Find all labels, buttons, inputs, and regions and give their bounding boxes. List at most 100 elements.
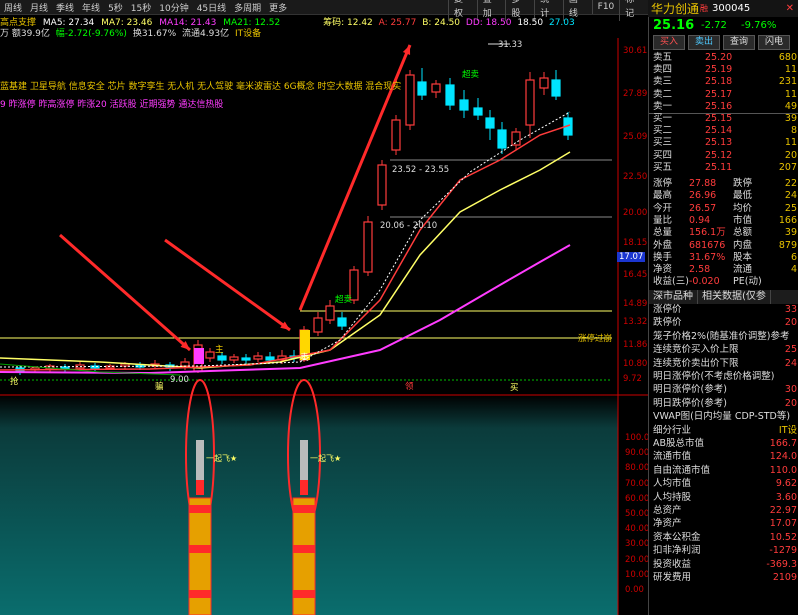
info-value: 124.0 [769, 451, 797, 463]
info-key: 扣非净利润 [653, 545, 701, 557]
price-tick: 22.50 [623, 172, 648, 182]
trade-button-3[interactable]: 闪电 [758, 35, 791, 50]
chart-annotation: 骗 [155, 381, 164, 392]
ma-lines [0, 111, 571, 376]
ob-label: 买三 [653, 137, 673, 149]
price-tick: 30.61 [623, 46, 648, 56]
info-row: 资本公积金 10.52 [653, 532, 798, 544]
stat-row: 量比 0.94 市值 166 [653, 215, 798, 226]
period-tab-1[interactable]: 月线 [26, 1, 52, 14]
lower-tick: 70.00 [625, 478, 650, 489]
signal-stripe [189, 505, 211, 513]
candle-body [253, 355, 263, 360]
stat-row: 换手 31.67% 股本 6 [653, 252, 798, 263]
period-tab-8[interactable]: 多周期 [230, 1, 265, 14]
candle-body [511, 131, 521, 146]
info-row: AB股总市值 166.7 [653, 438, 798, 450]
stat-a: 总量 [653, 227, 673, 239]
period-tab-3[interactable]: 年线 [78, 1, 104, 14]
panel-tabs: 深市品种 相关数据(仅参 [649, 290, 798, 304]
period-tab-9[interactable]: 更多 [265, 1, 291, 14]
candle-body [405, 74, 415, 126]
period-tab-2[interactable]: 季线 [52, 1, 78, 14]
info-row: 人均持股 3.60 [653, 492, 798, 504]
period-tab-4[interactable]: 5秒 [104, 1, 127, 14]
trade-button-1[interactable]: 卖出 [688, 35, 721, 50]
info-key: 连续竞价卖出价下限 [653, 357, 739, 369]
price-tick: 9.72 [623, 374, 642, 384]
info-value: 9.62 [775, 478, 797, 490]
stat-b: 681676 [689, 239, 726, 251]
close-icon[interactable]: ✕ [786, 3, 794, 14]
chart-annotation: 抢 [10, 376, 19, 387]
quote-stats: 涨停 27.88 跌停 22 最高 26.96 最低 24 今开 26.57 均价 25 量比 0.94 市… [649, 178, 798, 290]
chart-annotation: 20.06 - 20.10 [380, 221, 437, 231]
stat-a: 量比 [653, 214, 673, 226]
stat-c: 跌停 [733, 178, 753, 189]
candle-body [241, 357, 251, 361]
info-list: 涨停价 33 跌停价 20 笼子价格2%(随基准价调整)参考 连续竞价买入价上限 25 连续竞… [649, 304, 798, 604]
stat-row: 涨停 27.88 跌停 22 [653, 178, 798, 189]
price-grid [0, 38, 648, 615]
trade-button-0[interactable]: 买入 [653, 35, 686, 50]
ob-price: 25.18 [705, 76, 733, 88]
candle-body [180, 361, 190, 367]
price-tick: 11.86 [623, 340, 648, 350]
tool-button-6[interactable]: 标记 [619, 0, 648, 21]
ob-volume: 8 [790, 125, 797, 137]
info-row: 连续竞价卖出价下限 24 [653, 358, 798, 370]
stat-c: 流通 [733, 264, 753, 276]
info-key: 资本公积金 [653, 531, 701, 543]
ob-price: 25.13 [705, 137, 733, 149]
info-row: 连续竞价买入价上限 25 [653, 344, 798, 356]
period-tab-0[interactable]: 周线 [0, 1, 26, 14]
ob-label: 卖五 [653, 52, 673, 63]
kline-chart[interactable]: 31.3323.52 - 23.5520.06 - 20.109.00超卖超卖涨… [0, 38, 648, 615]
info-key: 细分行业 [653, 424, 692, 436]
signal-stripe [293, 505, 315, 513]
ob-volume: 39 [784, 113, 797, 124]
lower-tick: 0.00 [625, 585, 644, 595]
info-value: 24 [784, 357, 797, 369]
period-tab-5[interactable]: 15秒 [127, 1, 155, 14]
stock-code: 300045 [712, 3, 751, 14]
lower-tick: 20.00 [625, 554, 650, 565]
trade-button-2[interactable]: 查询 [723, 35, 756, 50]
info-key: AB股总市值 [653, 438, 705, 449]
stat-d: 22 [784, 178, 797, 189]
stat-d: 6 [790, 251, 797, 263]
b-label: B: 24.50 [422, 18, 461, 28]
stat-b: 0.94 [689, 214, 711, 226]
info-value: 3.60 [775, 491, 797, 503]
stat-a: 换手 [653, 251, 673, 263]
chart-annotation: 领 [405, 381, 414, 392]
dd2-label: 18.50 [517, 18, 544, 28]
chart-annotation: 涨停过崩 [578, 333, 612, 344]
candle-body [485, 117, 495, 129]
period-tab-7[interactable]: 45日线 [193, 1, 230, 14]
margin-badge: 融 [700, 4, 709, 13]
chart-annotation: 23.52 - 23.55 [392, 165, 449, 175]
period-tab-6[interactable]: 10分钟 [155, 1, 192, 14]
panel-tab-1[interactable]: 相关数据(仅参 [698, 290, 771, 304]
candle-body [337, 317, 347, 327]
panel-tab-0[interactable]: 深市品种 [649, 290, 698, 304]
price-tick: 16.45 [623, 270, 648, 280]
info-value: 10.52 [769, 531, 797, 543]
stat-a: 外盘 [653, 239, 673, 251]
info-key: 投资收益 [653, 558, 692, 570]
tool-button-5[interactable]: F10 [591, 0, 620, 14]
stat-b: -0.020 [689, 276, 720, 288]
signal-stripe [293, 590, 315, 598]
lower-tick: 80.00 [625, 463, 650, 474]
candle-body [431, 83, 441, 93]
tool-buttons: 复权 叠加 多股 统计 画线 F10 标记 [448, 0, 648, 21]
ob-volume: 11 [784, 88, 797, 100]
ob-price: 25.11 [705, 161, 733, 173]
chart-annotation: 买 [510, 383, 519, 393]
ob-label: 卖三 [653, 76, 673, 88]
price-tick: 13.32 [623, 317, 648, 327]
ob-label: 买四 [653, 149, 673, 161]
stat-a: 今开 [653, 202, 673, 214]
info-row: 人均市值 9.62 [653, 478, 798, 490]
